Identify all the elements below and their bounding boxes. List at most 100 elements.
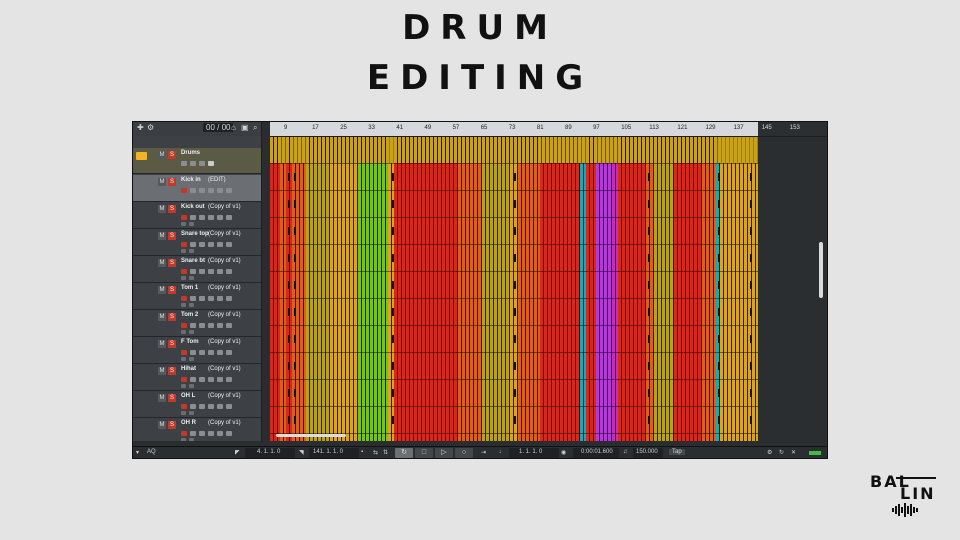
track-row[interactable]: M S Tom 2 (Copy of v1) [133,310,261,337]
write-button[interactable] [217,377,223,382]
read-button[interactable] [208,431,214,436]
lane-icon[interactable] [226,242,232,247]
monitor-icon[interactable] [190,431,196,436]
audio-event[interactable] [330,137,358,441]
write-button[interactable] [217,269,223,274]
punch-in-icon[interactable]: ◤ [235,449,240,456]
read-button[interactable] [208,323,214,328]
audio-event[interactable] [394,137,458,441]
read-button[interactable] [208,404,214,409]
track-name[interactable]: Tom 2 [181,312,198,318]
refresh-icon[interactable]: ↻ [779,449,784,456]
monitor-icon[interactable] [190,350,196,355]
monitor-icon[interactable] [190,404,196,409]
audio-event[interactable] [618,137,646,441]
track-row[interactable]: MS F Tom (Copy of v1) [133,337,261,364]
write-button[interactable] [217,215,223,220]
track-row[interactable]: M S OH R (Copy of v1) [133,418,261,441]
cycle-button[interactable]: ↻ [395,448,413,458]
track-name[interactable]: Kick in [181,177,201,183]
home-icon[interactable]: ⌂ [231,123,236,132]
lane-icon[interactable] [226,350,232,355]
track-name[interactable]: Snare bt [181,258,205,264]
close-icon[interactable]: ✕ [791,449,796,456]
track-list-scrollbar[interactable] [261,122,270,442]
mute-button[interactable]: M [158,178,166,186]
monitor-icon[interactable] [190,242,196,247]
edit-icon[interactable] [199,404,205,409]
menu-icon[interactable]: ▾ [136,449,139,456]
write-button[interactable] [217,296,223,301]
left-locator[interactable]: 4. 1. 1. 0 [257,449,280,455]
record-enable-icon[interactable] [181,431,187,436]
edit-icon[interactable] [199,431,205,436]
solo-button[interactable]: S [168,259,176,267]
aq-label[interactable]: AQ [147,449,156,455]
audio-event[interactable] [720,137,758,441]
audio-event[interactable] [702,137,716,441]
monitor-icon[interactable] [190,215,196,220]
record-enable-icon[interactable] [181,296,187,301]
track-name[interactable]: Hihat [181,366,196,372]
solo-button[interactable]: S [168,394,176,402]
vertical-scroll-thumb[interactable] [819,242,823,298]
audio-event[interactable] [596,137,612,441]
tempo-value[interactable]: 150.000 [636,449,658,455]
mute-button[interactable]: M [158,286,166,294]
solo-button[interactable]: S [168,367,176,375]
solo-button[interactable]: S [168,340,176,348]
write-button[interactable] [217,350,223,355]
audio-clips[interactable] [270,137,758,441]
view-icon[interactable]: ▣ [241,123,249,132]
record-enable-icon[interactable] [181,323,187,328]
settings-icon[interactable]: ⚙ [147,123,154,132]
punch-out-icon[interactable]: ◥ [299,449,304,456]
mute-button[interactable]: M [158,313,166,321]
audio-event[interactable] [270,137,280,441]
lane-icon[interactable] [226,296,232,301]
arrangement-area[interactable] [270,137,827,441]
track-row[interactable]: M S Hihat (Copy of v1) [133,364,261,391]
tap-button[interactable]: Tap [669,449,685,455]
autoscroll-icon[interactable]: ⇆ [373,449,378,456]
solo-button[interactable]: S [168,286,176,294]
track-name[interactable]: OH L [181,393,195,399]
lane-icon[interactable] [226,377,232,382]
monitor-icon[interactable] [190,269,196,274]
track-row[interactable]: M S Kick out (Copy of v1) [133,202,261,229]
monitor-icon[interactable] [190,377,196,382]
track-name[interactable]: F Tom [181,339,199,345]
audio-event[interactable] [674,137,702,441]
read-button[interactable] [208,296,214,301]
mute-button[interactable]: M [158,421,166,429]
track-row[interactable]: M S Kick in (EDIT) [133,175,261,202]
mute-button[interactable]: M [158,232,166,240]
track-name[interactable]: Snare top [181,231,209,237]
edit-icon[interactable] [199,188,205,193]
read-button[interactable] [208,269,214,274]
write-button[interactable] [217,404,223,409]
read-button[interactable] [208,242,214,247]
record-enable-icon[interactable] [181,215,187,220]
tempo-icon[interactable]: ♫ [623,449,628,455]
metronome-icon[interactable]: ♩ [499,449,505,455]
audio-event[interactable] [540,137,580,441]
write-button[interactable] [217,431,223,436]
solo-button[interactable]: S [168,232,176,240]
vertical-scrollbar[interactable] [819,142,825,432]
audio-event[interactable] [358,137,388,441]
audio-event[interactable] [654,137,674,441]
read-button[interactable] [208,377,214,382]
track-row[interactable]: M S Snare bt (Copy of v1) [133,256,261,283]
lane-icon[interactable] [226,404,232,409]
settings-icon[interactable]: ⚙ [767,449,772,456]
mute-button[interactable]: M [158,151,166,159]
read-button[interactable] [208,188,214,193]
record-button[interactable]: ○ [455,448,473,458]
write-button[interactable] [217,188,223,193]
mute-button[interactable]: M [158,394,166,402]
edit-icon[interactable] [199,377,205,382]
mute-button[interactable]: M [158,205,166,213]
horizontal-scroll-thumb[interactable] [276,434,346,437]
solo-button[interactable]: S [168,178,176,186]
